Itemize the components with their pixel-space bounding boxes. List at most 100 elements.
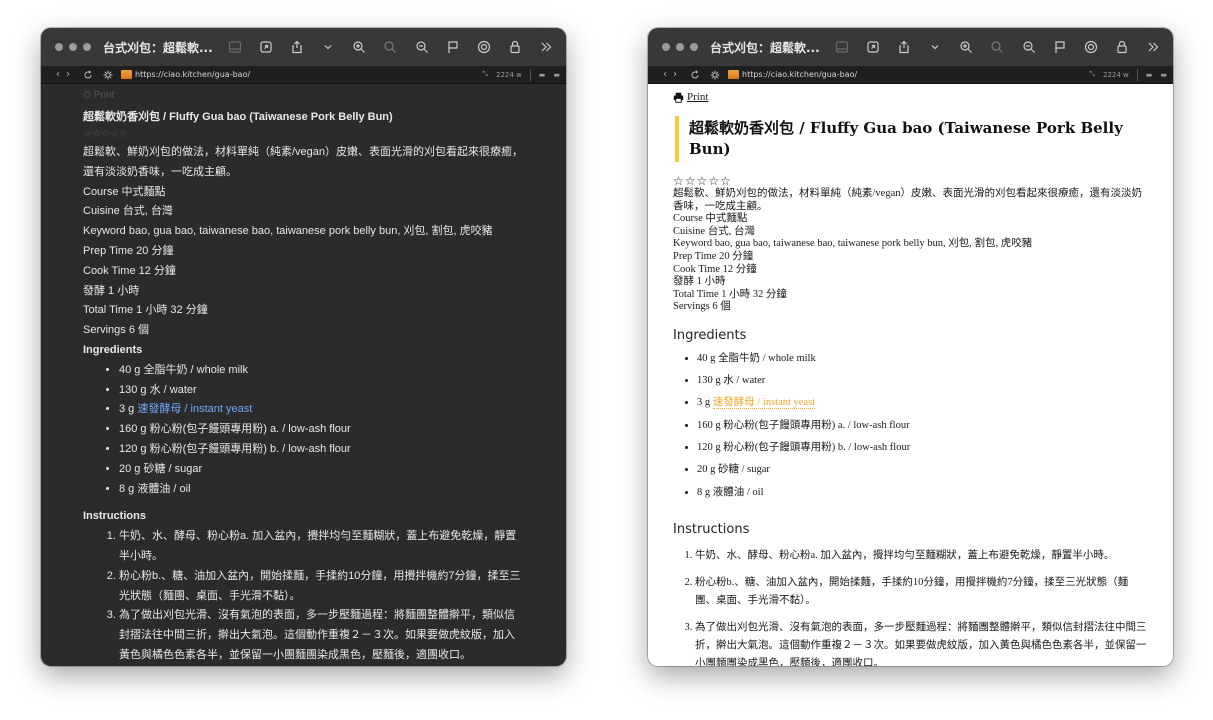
ferment-time: 發酵 1 小時: [83, 284, 140, 297]
ingredients-heading: Ingredients: [673, 327, 747, 343]
recipe-title: 超鬆軟奶香刈包 / Fluffy Gua bao (Taiwanese Pork…: [83, 111, 393, 123]
list-item: 為了做出刈包光滑、沒有氣泡的表面，多一步壓麵過程：將麵團整體擀平，類似信封摺法往…: [695, 619, 1148, 666]
actual-size-icon[interactable]: [380, 37, 400, 57]
total-time: Total Time 1 小時 32 分鐘: [673, 288, 787, 300]
resize-icon[interactable]: ⤡: [482, 70, 488, 79]
total-time: Total Time 1 小時 32 分鐘: [83, 304, 208, 317]
printer-icon: [673, 92, 684, 103]
extension-icon[interactable]: ▬: [1146, 71, 1153, 79]
zoom-window-button[interactable]: [83, 43, 91, 51]
instant-yeast-link[interactable]: 速發酵母 / instant yeast: [137, 403, 252, 415]
prep-time: Prep Time 20 分鐘: [673, 250, 754, 262]
keyword: Keyword bao, gua bao, taiwanese bao, tai…: [673, 238, 1033, 250]
minimize-window-button[interactable]: [69, 43, 77, 51]
list-item: 120 g 粉心粉(包子饅頭專用粉) b. / low-ash flour: [697, 442, 1148, 455]
more-chevron-icon[interactable]: [536, 37, 556, 57]
target-icon[interactable]: [1081, 37, 1101, 57]
width-badge: 2224 w: [495, 70, 522, 79]
url-text[interactable]: https://ciao.kitchen/gua-bao/: [135, 70, 250, 79]
list-item: 牛奶、水、酵母、粉心粉a. 加入盆內，攪拌均勻至麵糊狀，蓋上布避免乾燥，靜置半小…: [119, 527, 524, 567]
title-bar: 台式刈包：超鬆軟...: [648, 28, 1173, 66]
toolbar: [225, 37, 556, 57]
zoom-window-button[interactable]: [690, 43, 698, 51]
zoom-out-icon[interactable]: [1019, 37, 1039, 57]
traffic-lights: [55, 43, 91, 51]
site-favicon-icon: [121, 70, 132, 79]
ferment-time: 發酵 1 小時: [673, 276, 726, 288]
rating-stars[interactable]: ☆☆☆☆☆: [83, 126, 524, 143]
list-item: 粉心粉b.、糖、油加入盆內，開始揉麵，手揉約10分鐘，用攪拌機約7分鐘，揉至三光…: [695, 574, 1148, 610]
prep-time: Prep Time 20 分鐘: [83, 244, 174, 257]
cook-time: Cook Time 12 分鐘: [83, 264, 176, 277]
ingredients-list: 40 g 全脂牛奶 / whole milk 130 g 水 / water 3…: [673, 353, 1148, 500]
list-item: 160 g 粉心粉(包子饅頭專用粉) a. / low-ash flour: [697, 420, 1148, 433]
close-window-button[interactable]: [662, 43, 670, 51]
url-text[interactable]: https://ciao.kitchen/gua-bao/: [742, 70, 857, 79]
title-bar: 台式刈包：超鬆軟...: [41, 28, 566, 66]
list-item: 40 g 全脂牛奶 / whole milk: [119, 361, 524, 381]
more-chevron-icon[interactable]: [1143, 37, 1163, 57]
servings: Servings 6 個: [673, 301, 731, 313]
open-external-icon[interactable]: [863, 37, 883, 57]
close-window-button[interactable]: [55, 43, 63, 51]
share-icon[interactable]: [287, 37, 307, 57]
recipe-title: 超鬆軟奶香刈包 / Fluffy Gua bao (Taiwanese Pork…: [675, 116, 1148, 162]
share-icon[interactable]: [894, 37, 914, 57]
list-item: 3 g 速發酵母 / instant yeast: [697, 397, 1148, 410]
extension-icon-2[interactable]: ▬: [553, 71, 560, 79]
cook-time: Cook Time 12 分鐘: [673, 263, 757, 275]
flag-icon[interactable]: [443, 37, 463, 57]
ingredients-heading: Ingredients: [83, 343, 143, 356]
extension-icon[interactable]: ▬: [539, 71, 546, 79]
browser-window-dark-reader: 台式刈包：超鬆軟... ‹ › https://ciao.kitchen/gua…: [41, 28, 566, 666]
zoom-in-icon[interactable]: [956, 37, 976, 57]
width-badge: 2224 w: [1102, 70, 1129, 79]
forward-icon[interactable]: ›: [670, 69, 680, 80]
flag-icon[interactable]: [1050, 37, 1070, 57]
minimize-window-button[interactable]: [676, 43, 684, 51]
extension-icon-2[interactable]: ▬: [1160, 71, 1167, 79]
recipe-description: 超鬆軟、鮮奶刈包的做法，材料單純（純素/vegan）皮嫩、表面光滑的刈包看起來很…: [673, 188, 1142, 212]
cuisine: Cuisine 台式, 台灣: [83, 205, 173, 218]
target-icon[interactable]: [474, 37, 494, 57]
sidebar-icon[interactable]: [225, 37, 245, 57]
rating-stars[interactable]: ☆☆☆☆☆: [673, 174, 1148, 188]
back-icon[interactable]: ‹: [53, 69, 63, 80]
keyword: Keyword bao, gua bao, taiwanese bao, tai…: [83, 225, 493, 238]
toolbar: [832, 37, 1163, 57]
list-item: 160 g 粉心粉(包子饅頭專用粉) a. / low-ash flour: [119, 420, 524, 440]
list-item: 粉心粉b.、糖、油加入盆內，開始揉麵，手揉約10分鐘，用攪拌機約7分鐘，揉至三光…: [119, 567, 524, 607]
list-item: 為了做出刈包光滑、沒有氣泡的表面，多一步壓麵過程：將麵團整體擀平，類似信封摺法往…: [119, 606, 524, 665]
list-item: 20 g 砂糖 / sugar: [697, 464, 1148, 477]
sidebar-icon[interactable]: [832, 37, 852, 57]
zoom-out-icon[interactable]: [412, 37, 432, 57]
recipe-description: 超鬆軟、鮮奶刈包的做法，材料單純（純素/vegan）皮嫩、表面光滑的刈包看起來很…: [83, 146, 524, 178]
forward-icon[interactable]: ›: [63, 69, 73, 80]
zoom-in-icon[interactable]: [349, 37, 369, 57]
cuisine: Cuisine 台式, 台灣: [673, 225, 755, 237]
instructions-heading: Instructions: [673, 522, 750, 538]
page-content: ⎙ Print 超鬆軟奶香刈包 / Fluffy Gua bao (Taiwan…: [41, 84, 566, 666]
instant-yeast-link[interactable]: 速發酵母 / instant yeast: [712, 397, 816, 410]
actual-size-icon[interactable]: [987, 37, 1007, 57]
open-external-icon[interactable]: [256, 37, 276, 57]
lock-icon[interactable]: [1112, 37, 1132, 57]
window-title: 台式刈包：超鬆軟...: [103, 40, 213, 55]
reload-icon[interactable]: [690, 69, 700, 80]
list-item: 130 g 水 / water: [697, 375, 1148, 388]
back-icon[interactable]: ‹: [660, 69, 670, 80]
servings: Servings 6 個: [83, 324, 150, 337]
lock-icon[interactable]: [505, 37, 525, 57]
print-link[interactable]: ⎙ Print: [83, 89, 524, 103]
chevron-down-icon[interactable]: [925, 37, 945, 57]
chevron-down-icon[interactable]: [318, 37, 338, 57]
course: Course 中式麵點: [83, 185, 166, 198]
address-bar: ‹ › https://ciao.kitchen/gua-bao/ ⤡ 2224…: [648, 66, 1173, 84]
site-favicon-icon: [728, 70, 739, 79]
address-bar: ‹ › https://ciao.kitchen/gua-bao/ ⤡ 2224…: [41, 66, 566, 84]
settings-icon[interactable]: [103, 70, 113, 80]
resize-icon[interactable]: ⤡: [1089, 70, 1095, 79]
settings-icon[interactable]: [710, 70, 720, 80]
print-link[interactable]: Print: [673, 90, 1148, 104]
reload-icon[interactable]: [83, 69, 93, 80]
